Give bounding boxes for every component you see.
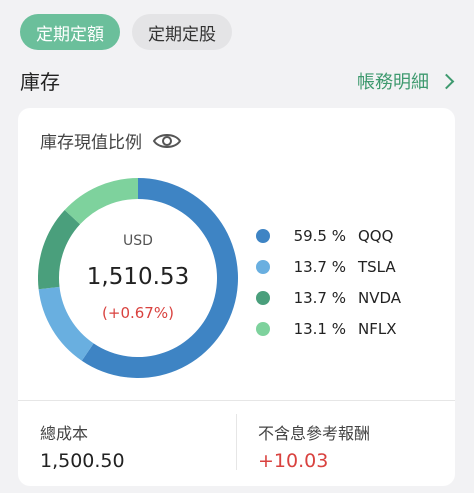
reference-return-label: 不含息參考報酬 — [258, 424, 371, 443]
legend-percent: 13.7 % — [293, 288, 346, 307]
section-title: 庫存 — [20, 70, 60, 94]
legend-item: 13.7 % NVDA — [256, 282, 401, 313]
change-percent: (+0.67%) — [102, 304, 174, 322]
divider — [18, 400, 455, 401]
chevron-right-icon — [438, 73, 455, 89]
reference-return: 不含息參考報酬 +10.03 — [258, 420, 370, 472]
tab-dca-shares[interactable]: 定期定股 — [132, 14, 232, 50]
legend-item: 13.1 % NFLX — [256, 313, 401, 344]
legend-swatch — [256, 259, 270, 274]
reference-return-value: +10.03 — [258, 450, 329, 472]
donut-center: USD 1,510.53 (+0.67%) — [38, 178, 238, 378]
market-value: 1,510.53 — [86, 264, 190, 290]
eye-icon[interactable] — [152, 131, 182, 151]
total-cost: 總成本 1,500.50 — [40, 420, 125, 472]
chart-legend: 59.5 % QQQ 13.7 % TSLA 13.7 % NVDA 13.1 % NFLX — [256, 220, 401, 344]
legend-swatch — [256, 321, 270, 336]
divider-vertical — [236, 414, 237, 470]
account-detail-label: 帳務明細 — [357, 72, 429, 93]
legend-item: 59.5 % QQQ — [256, 220, 401, 251]
card-title: 庫存現值比例 — [40, 128, 182, 153]
legend-item: 13.7 % TSLA — [256, 251, 401, 282]
currency-label: USD — [123, 233, 153, 249]
total-cost-label: 總成本 — [40, 424, 89, 443]
legend-ticker: NVDA — [358, 288, 402, 307]
legend-swatch — [256, 228, 270, 243]
legend-percent: 59.5 % — [293, 226, 346, 245]
tab-dca-amount[interactable]: 定期定額 — [20, 14, 120, 50]
tab-bar: 定期定額 定期定股 — [20, 14, 232, 50]
account-detail-link[interactable]: 帳務明細 — [357, 68, 455, 94]
card-title-text: 庫存現值比例 — [40, 133, 142, 153]
legend-ticker: QQQ — [358, 226, 394, 245]
legend-percent: 13.7 % — [293, 257, 346, 276]
legend-swatch — [256, 290, 270, 305]
legend-percent: 13.1 % — [293, 319, 346, 338]
holdings-card: 庫存現值比例 USD 1,510.53 (+0.67%) 59.5 % QQQ 13… — [18, 108, 455, 486]
legend-ticker: NFLX — [358, 319, 397, 338]
total-cost-value: 1,500.50 — [40, 450, 125, 472]
legend-ticker: TSLA — [358, 257, 396, 276]
